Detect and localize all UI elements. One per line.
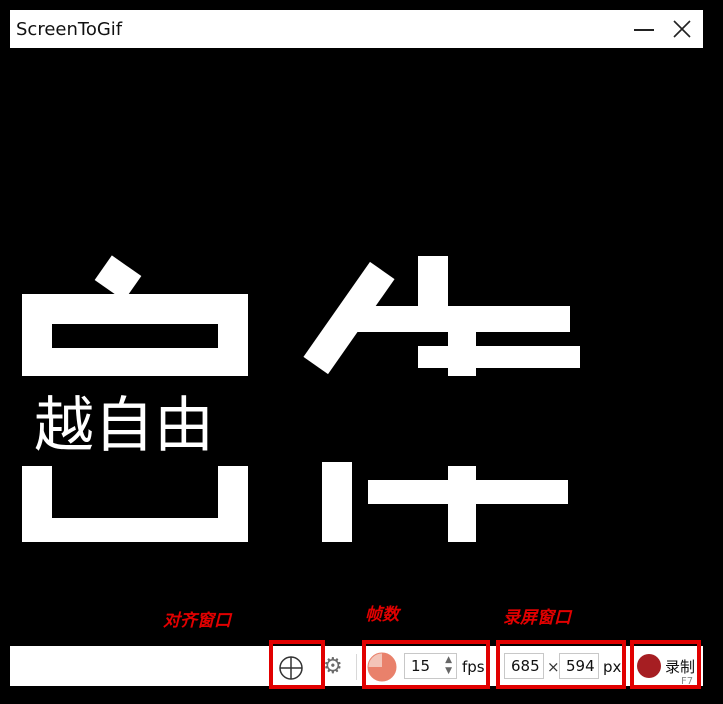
window-title: ScreenToGif (16, 19, 123, 40)
capture-size-highlight (496, 640, 626, 689)
minimize-icon (634, 29, 654, 31)
snap-window-highlight (269, 640, 325, 689)
snap-window-annotation: 对齐窗口 (163, 611, 231, 631)
title-bar[interactable]: ScreenToGif (10, 10, 703, 48)
frame-rate-annotation: 帧数 (365, 605, 399, 625)
screentogif-window: ScreenToGif 越自由 ⚙ 15 ▲ ▼ fps 685 × 594 p… (10, 10, 703, 687)
overlay-text: 越自由 (34, 391, 214, 461)
toolbar-divider (356, 654, 357, 680)
frame-rate-highlight (362, 640, 490, 689)
settings-gear-icon[interactable]: ⚙ (323, 654, 343, 680)
close-button[interactable] (660, 10, 704, 48)
record-highlight (630, 640, 701, 689)
capture-window-annotation: 录屏窗口 (503, 608, 571, 628)
captured-content: 越自由 (22, 255, 580, 542)
capture-area[interactable]: 越自由 (10, 48, 703, 646)
close-icon (673, 20, 691, 38)
